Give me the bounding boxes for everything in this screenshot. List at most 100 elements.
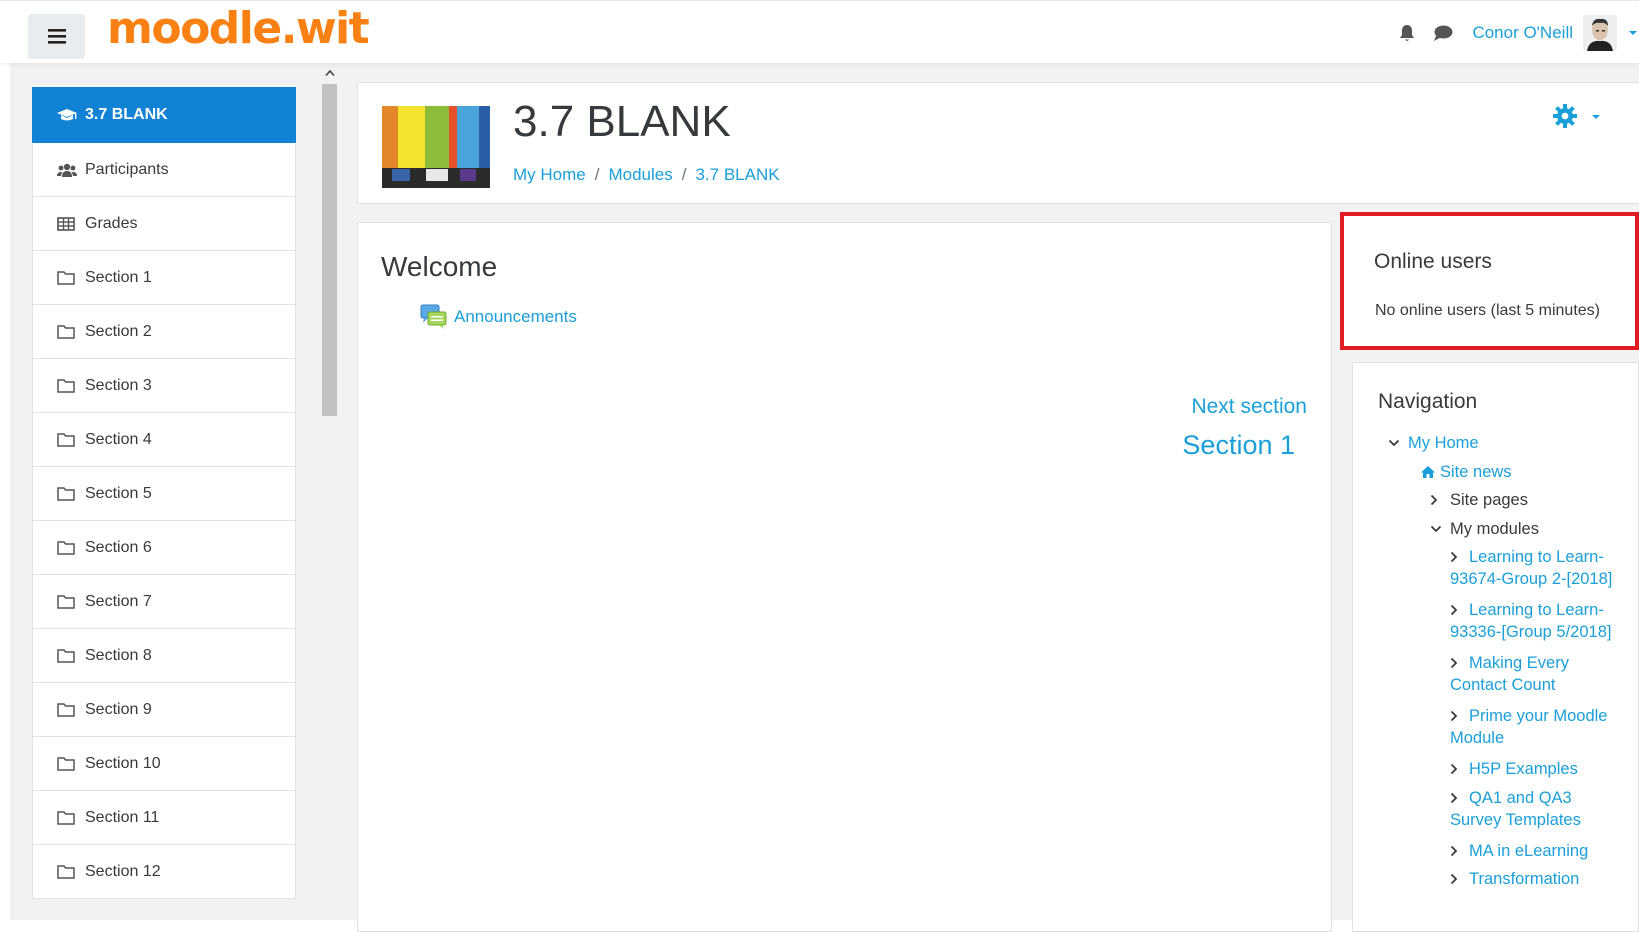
nav-item-label: Making Every Contact Count bbox=[1450, 654, 1569, 694]
chat-bubble-icon bbox=[1434, 25, 1453, 41]
chevron-right-icon bbox=[1450, 868, 1466, 890]
chevron-down-icon bbox=[1430, 518, 1446, 540]
nav-item-site-pages[interactable]: Site pages bbox=[1430, 489, 1528, 511]
nav-item-prime-your-moodle-module[interactable]: Prime your Moodle Module bbox=[1450, 705, 1622, 749]
avatar[interactable] bbox=[1583, 15, 1617, 51]
nav-item-learning-to-learn-93674[interactable]: Learning to Learn-93674-Group 2-[2018] bbox=[1450, 546, 1620, 590]
nav-item-label: My Home bbox=[1408, 434, 1479, 452]
drawer-item-label: Section 10 bbox=[85, 754, 161, 772]
drawer-item-label: Section 11 bbox=[85, 808, 160, 826]
chevron-right-icon bbox=[1450, 599, 1466, 621]
drawer-item-grades[interactable]: Grades bbox=[32, 197, 296, 251]
user-name[interactable]: Conor O'Neill bbox=[1472, 23, 1573, 43]
drawer-item-section-11[interactable]: Section 11 bbox=[32, 791, 296, 845]
site-logo[interactable]: moodle.wit bbox=[107, 7, 370, 51]
drawer-course-menu: 3.7 BLANK Participants Grades Section 1 … bbox=[32, 87, 296, 899]
nav-item-my-home[interactable]: My Home bbox=[1388, 432, 1479, 454]
course-image bbox=[382, 106, 490, 188]
drawer-item-section-5[interactable]: Section 5 bbox=[32, 467, 296, 521]
hamburger-menu-icon bbox=[47, 29, 66, 44]
messages-button[interactable] bbox=[1432, 22, 1454, 44]
user-navigation: Conor O'Neill bbox=[1396, 15, 1639, 51]
drawer-item-label: Section 2 bbox=[85, 322, 152, 340]
chevron-down-icon bbox=[1388, 432, 1404, 454]
breadcrumb-separator: / bbox=[681, 165, 687, 184]
drawer-item-section-2[interactable]: Section 2 bbox=[32, 305, 296, 359]
breadcrumb-modules[interactable]: Modules bbox=[608, 165, 672, 185]
drawer-item-section-9[interactable]: Section 9 bbox=[32, 683, 296, 737]
drawer-item-section-10[interactable]: Section 10 bbox=[32, 737, 296, 791]
nav-item-transformation[interactable]: Transformation bbox=[1450, 868, 1622, 890]
chevron-right-icon bbox=[1450, 758, 1466, 780]
drawer-item-label: Section 7 bbox=[85, 592, 152, 610]
drawer-scrollbar-thumb[interactable] bbox=[322, 84, 337, 416]
breadcrumb: My Home / Modules / 3.7 BLANK bbox=[513, 165, 780, 185]
online-users-block: Online users No online users (last 5 min… bbox=[1340, 212, 1639, 350]
nav-item-label: Learning to Learn-93336-[Group 5/2018] bbox=[1450, 601, 1612, 641]
course-settings-menu[interactable] bbox=[1552, 103, 1602, 129]
nav-item-making-every-contact-count[interactable]: Making Every Contact Count bbox=[1450, 652, 1610, 696]
chevron-right-icon bbox=[1430, 489, 1446, 511]
drawer-item-section-3[interactable]: Section 3 bbox=[32, 359, 296, 413]
drawer-item-section-7[interactable]: Section 7 bbox=[32, 575, 296, 629]
notifications-button[interactable] bbox=[1396, 22, 1418, 44]
nav-item-qa1-qa3-survey-templates[interactable]: QA1 and QA3 Survey Templates bbox=[1450, 787, 1600, 831]
folder-icon bbox=[57, 810, 77, 826]
chevron-right-icon bbox=[1450, 705, 1466, 727]
folder-icon bbox=[57, 270, 77, 286]
drawer-item-label: Section 3 bbox=[85, 376, 152, 394]
caret-down-icon[interactable] bbox=[1627, 27, 1639, 39]
nav-item-my-modules[interactable]: My modules bbox=[1430, 518, 1539, 540]
nav-item-learning-to-learn-93336[interactable]: Learning to Learn-93336-[Group 5/2018] bbox=[1450, 599, 1620, 643]
drawer-item-course-home[interactable]: 3.7 BLANK bbox=[32, 87, 296, 143]
folder-icon bbox=[57, 378, 77, 394]
drawer-item-label: 3.7 BLANK bbox=[85, 106, 168, 123]
drawer-item-section-6[interactable]: Section 6 bbox=[32, 521, 296, 575]
nav-item-label: Prime your Moodle Module bbox=[1450, 707, 1608, 747]
folder-icon bbox=[57, 594, 77, 610]
table-icon bbox=[57, 216, 77, 232]
chevron-right-icon bbox=[1450, 840, 1466, 862]
drawer-toggle-button[interactable] bbox=[28, 14, 85, 59]
chevron-right-icon bbox=[1450, 546, 1466, 568]
nav-item-ma-in-elearning[interactable]: MA in eLearning bbox=[1450, 840, 1622, 862]
forum-icon bbox=[420, 304, 447, 329]
drawer-item-label: Section 12 bbox=[85, 862, 161, 880]
graduation-cap-icon bbox=[57, 107, 77, 123]
breadcrumb-course[interactable]: 3.7 BLANK bbox=[695, 165, 779, 185]
nav-item-label: QA1 and QA3 Survey Templates bbox=[1450, 789, 1581, 829]
drawer-item-section-8[interactable]: Section 8 bbox=[32, 629, 296, 683]
nav-item-h5p-examples[interactable]: H5P Examples bbox=[1450, 758, 1622, 780]
drawer-item-label: Section 8 bbox=[85, 646, 152, 664]
chevron-right-icon bbox=[1450, 652, 1466, 674]
bell-icon bbox=[1400, 24, 1415, 41]
folder-icon bbox=[57, 432, 77, 448]
drawer-item-label: Participants bbox=[85, 160, 169, 178]
nav-item-label: MA in eLearning bbox=[1469, 842, 1589, 860]
section-title: Welcome bbox=[381, 251, 498, 282]
folder-icon bbox=[57, 756, 77, 772]
drawer-item-label: Grades bbox=[85, 214, 138, 232]
scroll-up-button[interactable] bbox=[322, 66, 337, 80]
drawer-item-section-12[interactable]: Section 12 bbox=[32, 845, 296, 899]
nav-item-label: H5P Examples bbox=[1469, 760, 1578, 778]
gear-icon bbox=[1553, 104, 1577, 128]
nav-item-label: Site news bbox=[1440, 463, 1512, 481]
page-header: 3.7 BLANK My Home / Modules / 3.7 BLANK bbox=[357, 82, 1639, 204]
activity-announcements[interactable]: Announcements bbox=[420, 303, 577, 331]
next-section-link[interactable]: Section 1 bbox=[1182, 430, 1295, 461]
drawer-item-label: Section 5 bbox=[85, 484, 152, 502]
breadcrumb-separator: / bbox=[594, 165, 600, 184]
folder-icon bbox=[57, 702, 77, 718]
drawer-item-section-4[interactable]: Section 4 bbox=[32, 413, 296, 467]
nav-item-site-news[interactable]: Site news bbox=[1420, 461, 1512, 483]
course-content: Welcome Announcements Next section Secti… bbox=[357, 222, 1332, 932]
chevron-up-icon bbox=[324, 69, 335, 77]
drawer-item-participants[interactable]: Participants bbox=[32, 143, 296, 197]
folder-icon bbox=[57, 324, 77, 340]
page-title: 3.7 BLANK bbox=[513, 97, 731, 146]
drawer-item-section-1[interactable]: Section 1 bbox=[32, 251, 296, 305]
online-users-title: Online users bbox=[1374, 250, 1492, 273]
breadcrumb-my-home[interactable]: My Home bbox=[513, 165, 586, 185]
next-section-label[interactable]: Next section bbox=[1191, 395, 1307, 419]
